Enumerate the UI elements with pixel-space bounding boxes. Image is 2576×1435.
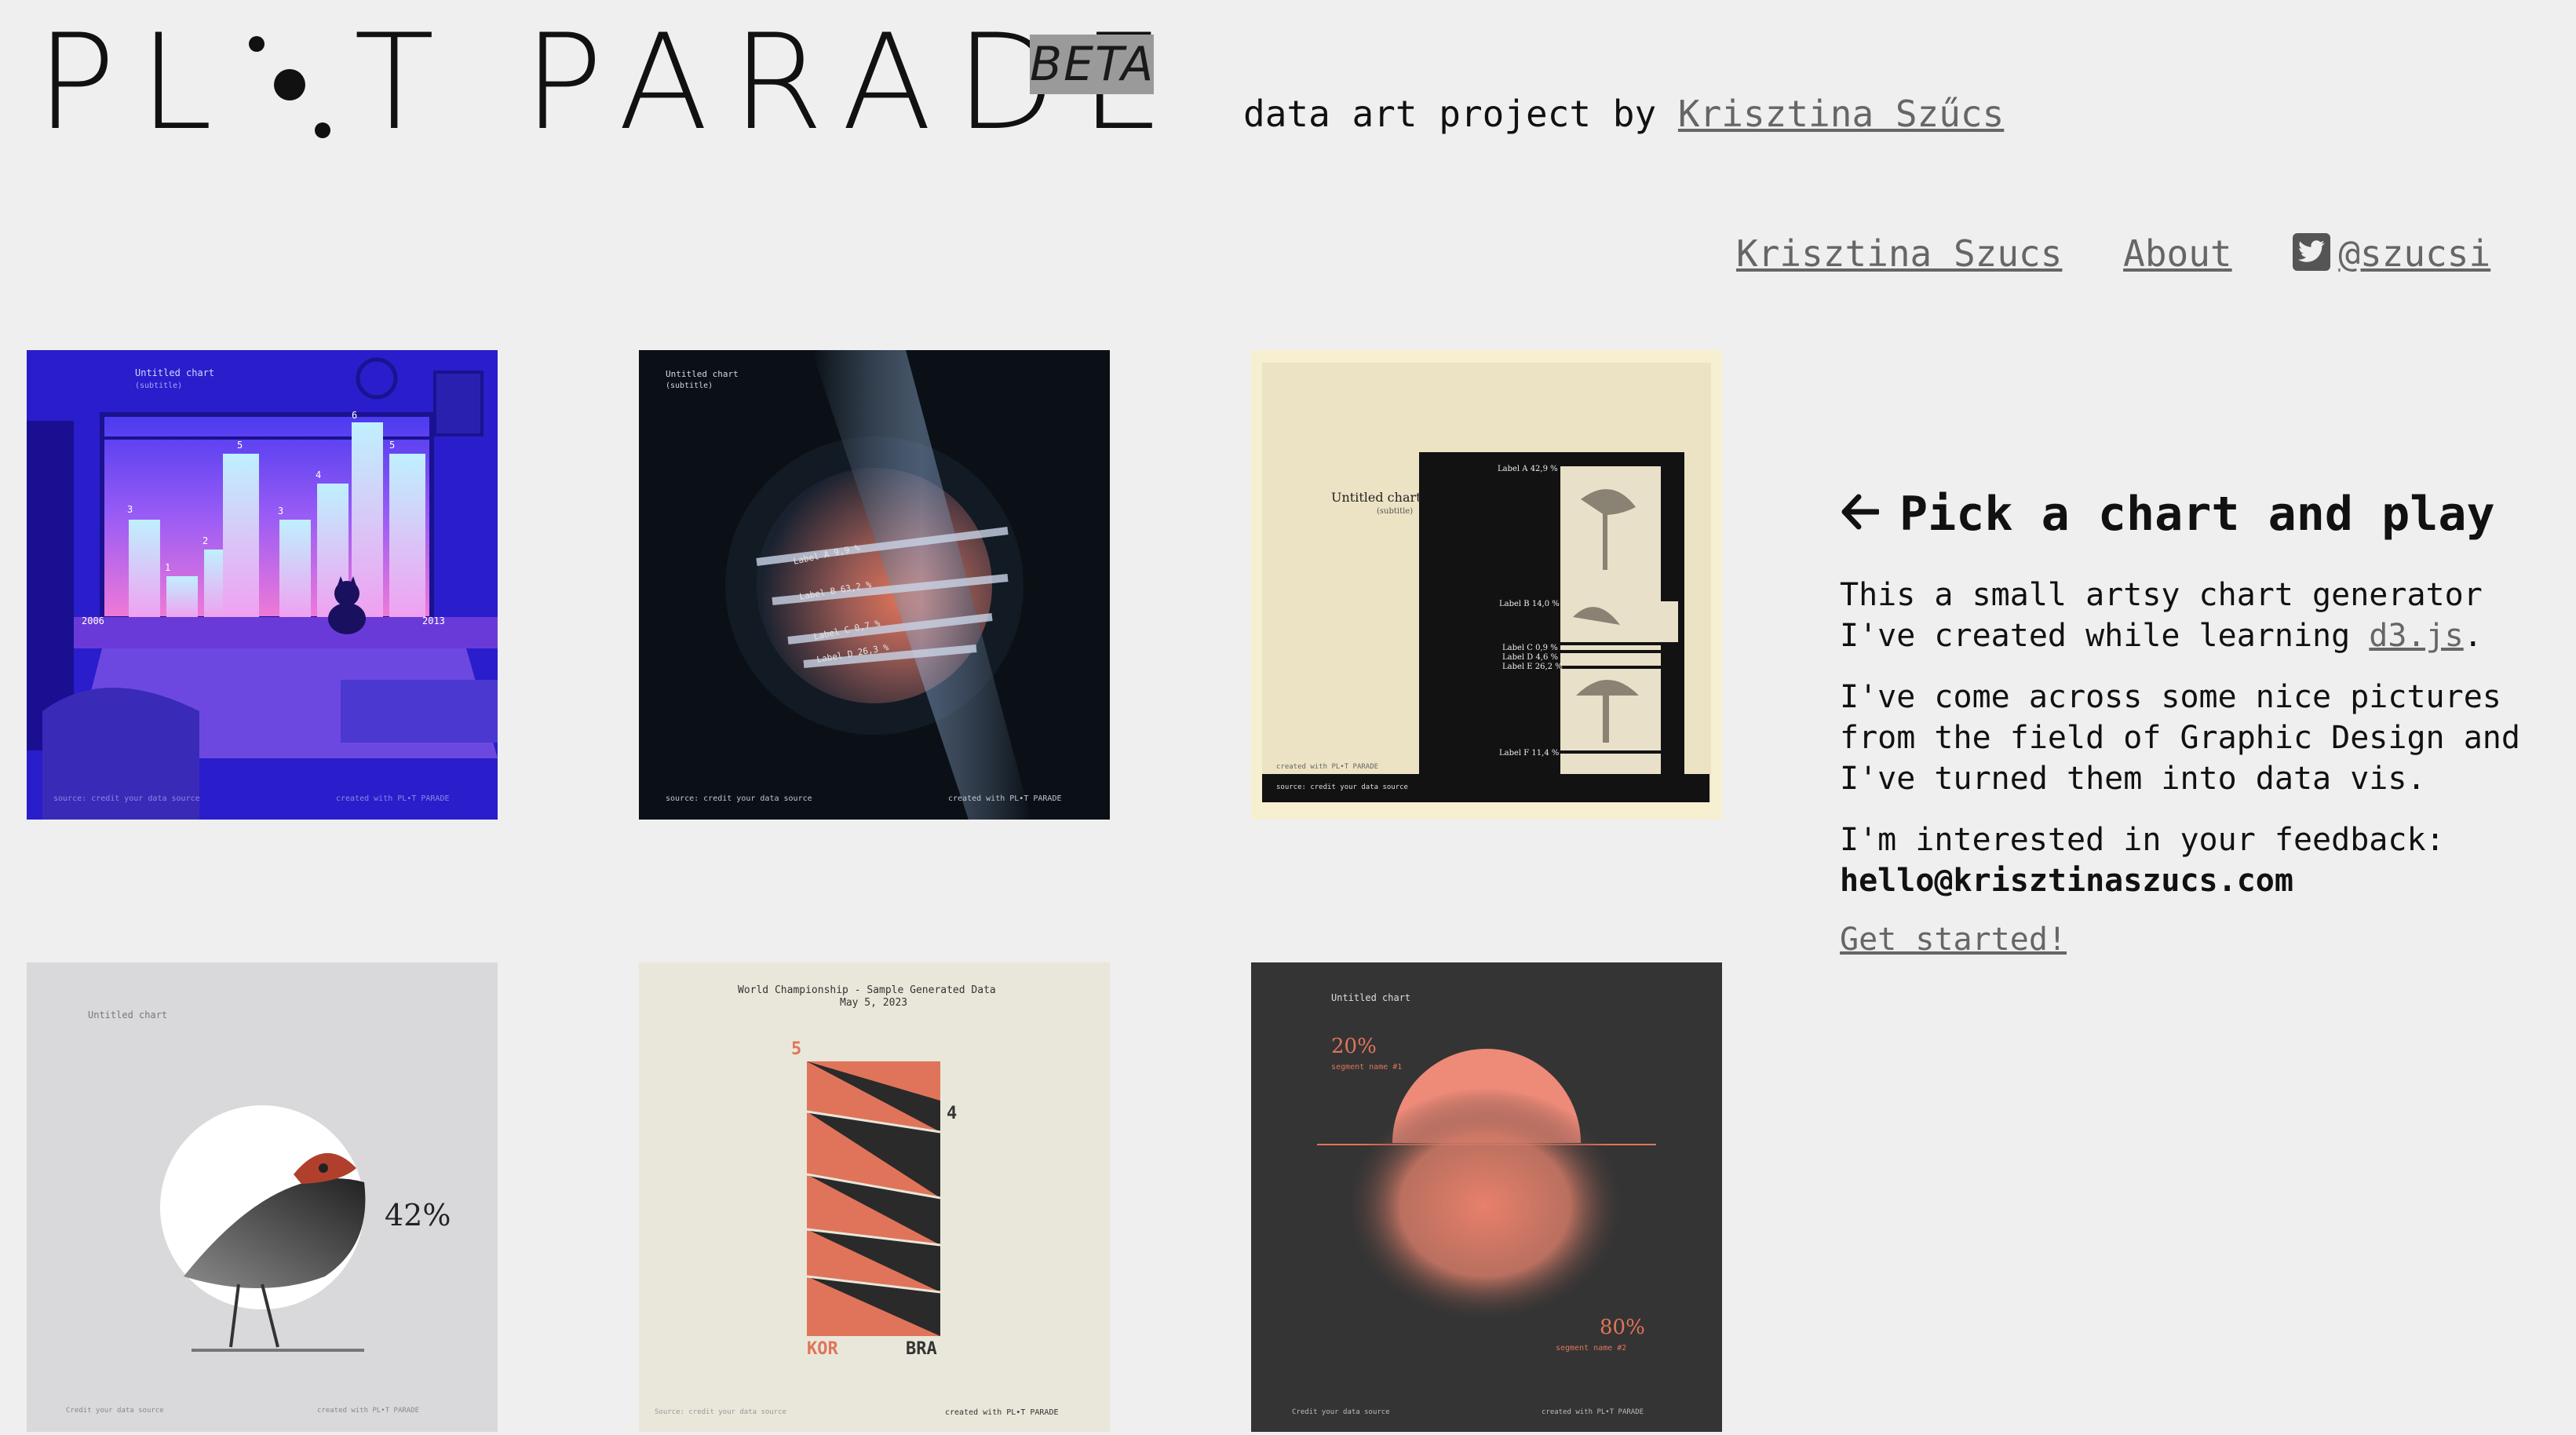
tile-date: May 5, 2023 (840, 997, 908, 1009)
tile-title: Untitled chart (1331, 992, 1411, 1003)
beta-badge: BETA (1030, 35, 1154, 94)
segment-label: Label C 0,9 % (1502, 644, 1558, 652)
logo-dots-icon (236, 16, 354, 149)
bar-value: 3 (278, 506, 284, 517)
panel-paragraph-3: I'm interested in your feedback: hello@kr… (1840, 820, 2570, 901)
panel-p1-end: . (2463, 618, 2483, 654)
left-value: 5 (791, 1039, 802, 1059)
feedback-email[interactable]: hello@krisztinaszucs.com (1840, 863, 2293, 899)
bar-value: 5 (389, 440, 396, 451)
tile-title: Untitled chart (1331, 490, 1421, 505)
chart-tile-sunset[interactable]: Untitled chart 20% segment name #1 80% s… (1251, 962, 1722, 1432)
get-started-link[interactable]: Get started! (1840, 922, 2067, 958)
tile-subtitle: (subtitle) (1377, 507, 1414, 516)
tile-source: source: credit your data source (53, 794, 200, 803)
panel-heading-text: Pick a chart and play (1899, 487, 2495, 542)
bar-value: 4 (316, 469, 322, 480)
intro-panel: Pick a chart and play This a small artsy… (1840, 487, 2570, 958)
tile-credit: created with PL•T PARADE (945, 1408, 1059, 1417)
panel-p3-text: I'm interested in your feedback: (1840, 822, 2445, 858)
panel-paragraph-1: This a small artsy chart generator I've … (1840, 575, 2570, 656)
year-start: 2006 (82, 615, 104, 626)
year-end: 2013 (422, 615, 445, 626)
segment-label: Label F 11,4 % (1499, 749, 1560, 758)
top-nav: Krisztina Szucs About @szucsi (1736, 232, 2490, 275)
panel-heading: Pick a chart and play (1840, 487, 2570, 542)
byline-author-link[interactable]: Krisztina Szűcs (1678, 93, 2004, 135)
tile-source: Credit your data source (66, 1407, 164, 1415)
logo-text-left: PL (36, 5, 236, 159)
chart-tile-triangles[interactable]: World Championship - Sample Generated Da… (639, 962, 1110, 1432)
byline: data art project by Krisztina Szűcs (1243, 93, 2004, 135)
arrow-left-icon (1840, 487, 1881, 542)
tile-title: Untitled chart (135, 367, 215, 378)
left-team: KOR (807, 1339, 838, 1359)
tile-source: Credit your data source (1292, 1408, 1390, 1416)
right-value: 4 (947, 1104, 958, 1123)
twitter-bird-icon (2293, 233, 2331, 271)
chart-tile-planet[interactable]: Untitled chart (subtitle) Label A 9,9 % … (639, 350, 1110, 820)
segment-label: Label E 26,2 % (1502, 663, 1563, 671)
top-value: 20% (1331, 1035, 1377, 1058)
logo[interactable]: PL T PARADE (36, 16, 1188, 149)
bar-value: 5 (237, 440, 243, 451)
tile-subtitle: (subtitle) (666, 382, 713, 390)
chart-tile-cat-window[interactable]: Untitled chart (subtitle) 3 1 2 5 3 4 6 … (27, 350, 498, 820)
nav-about-link[interactable]: About (2123, 232, 2231, 275)
bottom-value: 80% (1600, 1316, 1645, 1339)
tile-credit: created with PL•T PARADE (336, 794, 450, 803)
chart-tile-bird[interactable]: Untitled chart 42% Credit your data sour… (27, 962, 498, 1432)
tile-source: source: credit your data source (1276, 783, 1408, 791)
segment-label: Label B 14,0 % (1499, 600, 1560, 608)
byline-prefix: data art project by (1243, 93, 1678, 135)
tile-title: World Championship - Sample Generated Da… (738, 984, 996, 996)
bottom-label: segment name #2 (1556, 1344, 1627, 1353)
bar-value: 6 (352, 410, 358, 421)
nav-author-link[interactable]: Krisztina Szucs (1736, 232, 2062, 275)
bar-value: 3 (127, 504, 133, 515)
bird-value: 42% (385, 1198, 451, 1232)
bar-value: 1 (165, 562, 171, 573)
tile-credit: created with PL•T PARADE (1276, 763, 1379, 771)
tile-source: source: credit your data source (666, 794, 812, 803)
top-label: segment name #1 (1331, 1063, 1403, 1072)
segment-label: Label A 42,9 % (1498, 465, 1558, 473)
tile-credit: created with PL•T PARADE (948, 794, 1062, 803)
tile-credit: created with PL•T PARADE (317, 1407, 420, 1415)
panel-paragraph-2: I've come across some nice pictures from… (1840, 679, 2520, 797)
tile-subtitle: (subtitle) (135, 382, 183, 390)
chart-tile-mushrooms[interactable]: Untitled chart (subtitle) Label A 42,9 %… (1251, 350, 1722, 820)
right-team: BRA (906, 1339, 937, 1359)
nav-twitter-link[interactable]: @szucsi (2293, 232, 2490, 275)
bar-value: 2 (203, 535, 209, 546)
tile-credit: created with PL•T PARADE (1542, 1408, 1644, 1416)
d3js-link[interactable]: d3.js (2369, 618, 2463, 654)
segment-label: Label D 4,6 % (1502, 653, 1559, 662)
tile-source: Source: credit your data source (655, 1408, 786, 1416)
tile-title: Untitled chart (88, 1010, 168, 1021)
tile-title: Untitled chart (666, 369, 739, 379)
twitter-handle: @szucsi (2338, 232, 2491, 275)
